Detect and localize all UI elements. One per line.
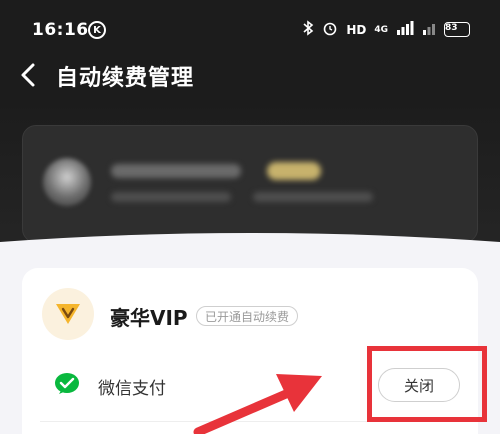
back-button[interactable]: [16, 60, 42, 90]
bluetooth-icon: [302, 20, 314, 39]
page-title: 自动续费管理: [56, 66, 195, 91]
auto-renew-status-badge: 已开通自动续费: [196, 306, 299, 326]
vip-crown-icon: [42, 288, 94, 340]
alarm-icon: [322, 20, 338, 39]
blurred-username: [111, 164, 241, 178]
chevron-left-icon: [21, 63, 35, 87]
annotation-highlight-box: [367, 346, 487, 422]
signal-bars-2-icon: [422, 21, 436, 38]
payment-method-label: 微信支付: [98, 379, 166, 399]
signal-bars-icon: [396, 21, 414, 38]
status-time: 16:16: [32, 20, 89, 40]
vip-title: 豪华VIP: [110, 306, 188, 330]
battery-icon: 83: [444, 22, 470, 37]
blurred-info-1: [111, 192, 231, 202]
signal-4g-label: 4G: [374, 24, 388, 35]
status-icons: HD 4G 83: [302, 20, 470, 39]
avatar: [43, 158, 91, 206]
annotation-arrow-icon: [193, 374, 322, 434]
status-bar: 16:16 K HD 4G 83: [0, 0, 500, 58]
account-card: [22, 125, 478, 243]
k-badge-icon: K: [88, 21, 106, 39]
wechat-icon: [54, 372, 80, 396]
blurred-vip-badge: [267, 162, 321, 180]
nav-bar: 自动续费管理: [0, 58, 500, 98]
network-hd-label: HD: [346, 22, 367, 37]
blurred-info-2: [253, 192, 373, 202]
